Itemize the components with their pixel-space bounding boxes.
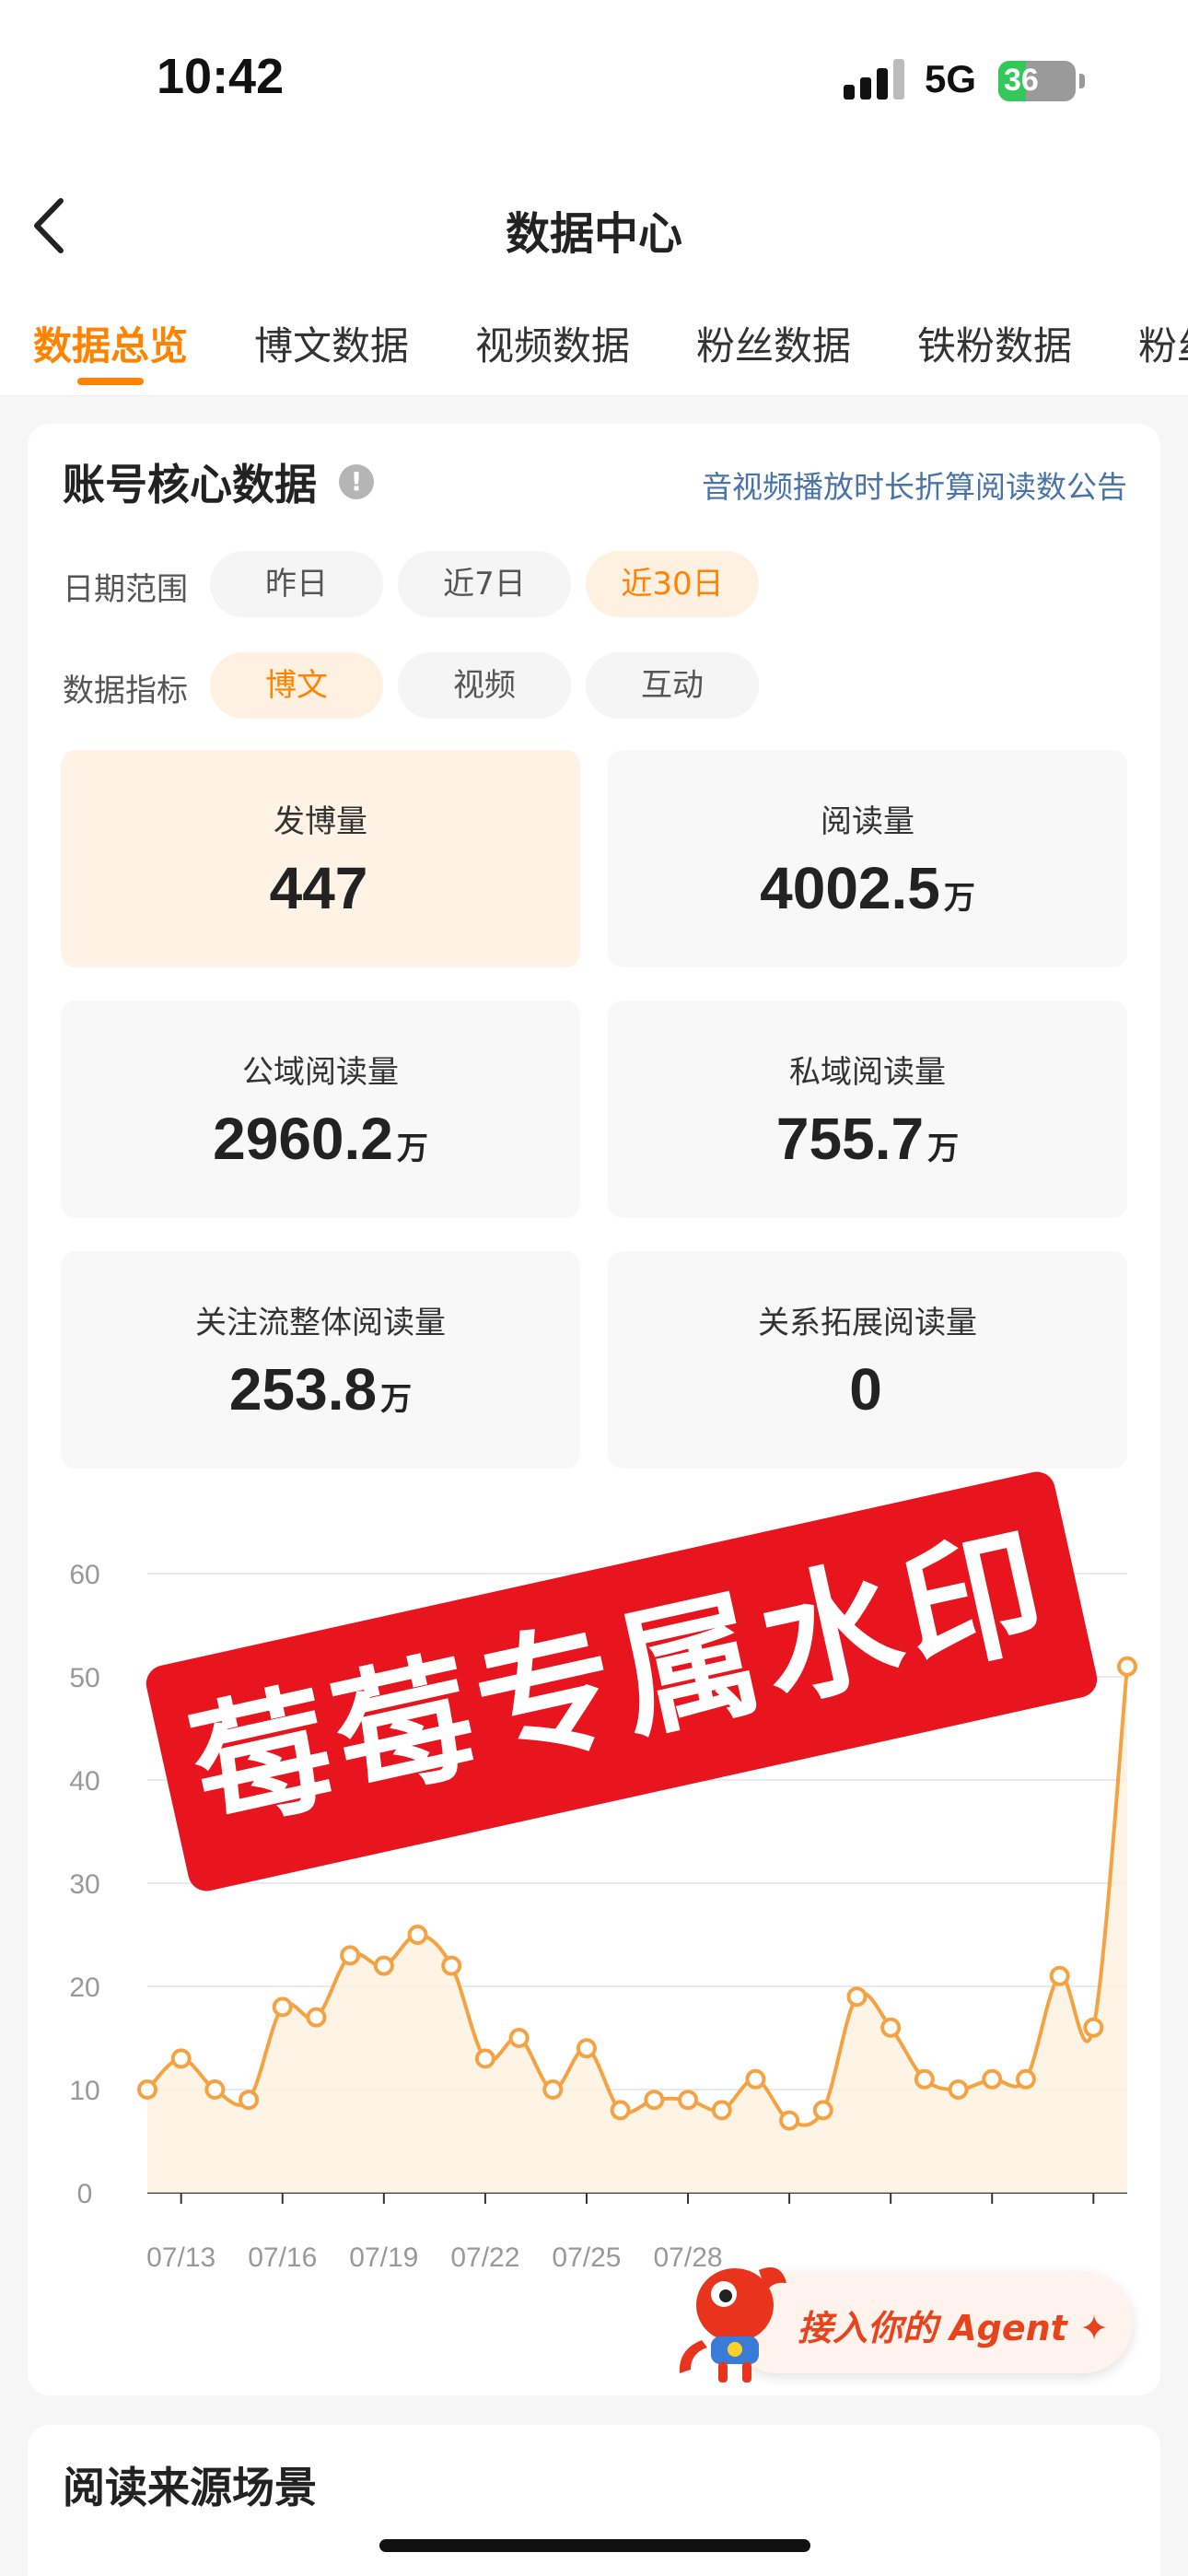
date-range-label: 日期范围 [63,571,188,608]
metric-posts[interactable]: 发博量 447 [61,750,580,967]
info-icon[interactable]: ! [339,464,374,499]
metric-unit: 万 [927,1130,960,1167]
data-point [1083,2017,1104,2038]
date-option-7d[interactable]: 近7日 [398,551,571,617]
signal-icon [844,59,906,100]
metric-unit: 万 [380,1381,413,1418]
x-tick-label: 07/13 [146,2242,215,2273]
metric-value: 755.7 [775,1106,925,1172]
status-bar: 10:42 5G 36 [0,0,1188,157]
data-point [846,1986,868,2008]
metric-relation-reads[interactable]: 关系拓展阅读量 0 [608,1251,1127,1469]
data-point [779,2110,800,2131]
x-tick-label: 07/19 [349,2242,418,2273]
data-point [745,2068,766,2090]
x-tick-label: 07/25 [552,2242,621,2273]
data-point [644,2090,665,2111]
data-point [1049,1965,1070,1986]
data-point [373,1955,394,1976]
network-type: 5G [925,57,977,100]
section-title: 阅读来源场景 [63,2463,317,2512]
data-point [204,2079,226,2100]
metric-label: 关注流整体阅读量 [195,1305,446,1341]
y-tick-label: 60 [69,1560,99,1590]
tab-iron-fans[interactable]: 铁粉数据 [917,315,1072,371]
notice-link[interactable]: 音视频播放时长折算阅读数公告 [702,463,1127,507]
status-time: 10:42 [157,49,285,104]
data-point [576,2038,597,2059]
y-tick-label: 30 [69,1869,99,1900]
y-tick-label: 50 [69,1663,99,1693]
metric-public-reads[interactable]: 公域阅读量 2960.2 万 [61,1001,580,1218]
data-point [407,1925,428,1945]
tab-videos[interactable]: 视频数据 [475,315,630,371]
metric-reads[interactable]: 阅读量 4002.5 万 [608,750,1127,967]
y-tick-label: 20 [69,1973,99,2003]
mascot-icon[interactable] [670,2248,799,2386]
page-title: 数据中心 [505,208,682,260]
data-point [982,2068,1003,2090]
metric-label: 数据指标 [63,673,188,709]
metric-value: 0 [849,1356,882,1423]
data-point [239,2090,260,2111]
tab-bar: 数据总览 博文数据 视频数据 粉丝数据 铁粉数据 粉丝 [0,295,1188,396]
data-point [1117,1656,1137,1677]
tab-overview[interactable]: 数据总览 [33,315,188,371]
agent-label: 接入你的 Agent ✦ [798,2308,1109,2348]
data-point [948,2079,969,2100]
tab-active-indicator [77,378,144,385]
sparkle-icon: ✦ [1079,2308,1109,2348]
data-point [137,2079,157,2100]
metric-label: 公域阅读量 [242,1054,399,1091]
data-point [678,2090,699,2111]
metric-value: 2960.2 [213,1106,393,1172]
metric-option-posts[interactable]: 博文 [210,652,383,719]
data-point [474,2048,495,2069]
data-point [711,2100,732,2121]
data-point [542,2079,564,2100]
read-source-card: 阅读来源场景 [28,2425,1160,2576]
y-tick-label: 0 [77,2179,93,2209]
metric-label: 发博量 [274,803,367,840]
date-option-yesterday[interactable]: 昨日 [210,551,383,617]
data-point [914,2068,935,2090]
data-point [272,1996,293,2018]
battery-level: 36 [1004,63,1039,98]
metric-label: 私域阅读量 [789,1054,946,1091]
battery-icon: 36 [998,61,1076,101]
home-indicator[interactable] [379,2539,810,2552]
tab-posts[interactable]: 博文数据 [254,315,409,371]
metric-private-reads[interactable]: 私域阅读量 755.7 万 [608,1001,1127,1218]
metric-option-video[interactable]: 视频 [398,652,571,719]
data-point [610,2100,631,2121]
metric-option-interaction[interactable]: 互动 [586,652,759,719]
metric-value: 253.8 [228,1356,378,1423]
data-point [441,1955,462,1976]
tab-more[interactable]: 粉丝 [1138,315,1188,371]
nav-bar: 数据中心 [0,157,1188,295]
data-point [880,2017,902,2038]
battery-tip [1079,74,1085,88]
y-tick-label: 40 [69,1766,99,1797]
data-point [306,2007,327,2028]
card-title: 账号核心数据 [63,460,317,509]
core-data-card: 账号核心数据 ! 音视频播放时长折算阅读数公告 日期范围 昨日 近7日 近30日… [28,424,1160,2395]
metric-unit: 万 [396,1130,428,1167]
metric-value: 447 [269,855,368,921]
y-tick-label: 10 [69,2076,99,2106]
metric-follow-feed-reads[interactable]: 关注流整体阅读量 253.8 万 [61,1251,580,1469]
data-point [508,2028,530,2048]
data-point [1015,2068,1036,2090]
data-point [170,2048,192,2069]
x-tick-label: 07/16 [248,2242,317,2273]
metric-label: 阅读量 [821,803,914,840]
metric-unit: 万 [943,880,975,917]
metric-value: 4002.5 [760,855,940,921]
data-point [812,2100,833,2121]
metric-label: 关系拓展阅读量 [758,1305,977,1341]
data-point [340,1945,361,1966]
x-tick-label: 07/22 [450,2242,519,2273]
date-option-30d[interactable]: 近30日 [586,551,759,617]
tab-fans[interactable]: 粉丝数据 [696,315,851,371]
